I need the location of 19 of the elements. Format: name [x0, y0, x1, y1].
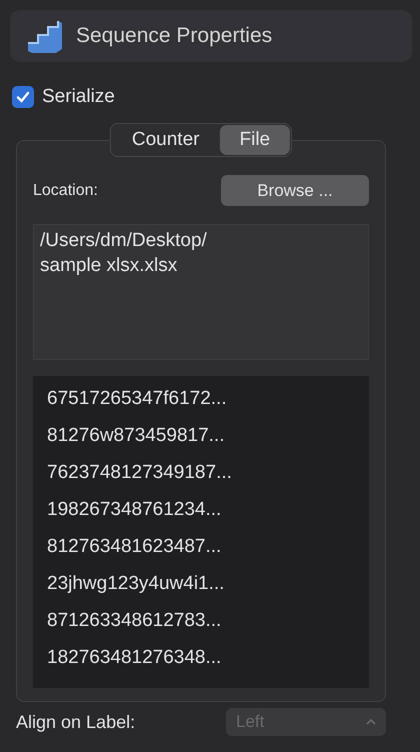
- list-item[interactable]: 7623748127349187...: [47, 454, 369, 491]
- list-item[interactable]: 81276w873459817...: [47, 417, 369, 454]
- list-item[interactable]: 812763481623487...: [47, 528, 369, 565]
- list-item[interactable]: 198267348761234...: [47, 491, 369, 528]
- field-label: Location:: [33, 182, 98, 200]
- list-item[interactable]: 871263348612783...: [47, 602, 369, 639]
- panel-title: Sequence Properties: [76, 24, 272, 48]
- checkbox[interactable]: [12, 86, 34, 108]
- field-label: Align on Label:: [16, 712, 136, 732]
- list-item[interactable]: 182763481276348...: [47, 639, 369, 676]
- tab[interactable]: Counter: [112, 125, 220, 155]
- path-field[interactable]: /Users/dm/Desktop/ sample xlsx.xlsx: [33, 224, 369, 360]
- checkbox-label: Serialize: [42, 86, 115, 108]
- caret-icon: [366, 718, 376, 726]
- browse-button[interactable]: Browse ...: [221, 175, 369, 206]
- list-item[interactable]: 23jhwg123y4uw4i1...: [47, 565, 369, 602]
- checkmark-icon: [16, 90, 30, 104]
- list-item[interactable]: 67517265347f6172...: [47, 380, 369, 417]
- tab[interactable]: File: [220, 125, 290, 155]
